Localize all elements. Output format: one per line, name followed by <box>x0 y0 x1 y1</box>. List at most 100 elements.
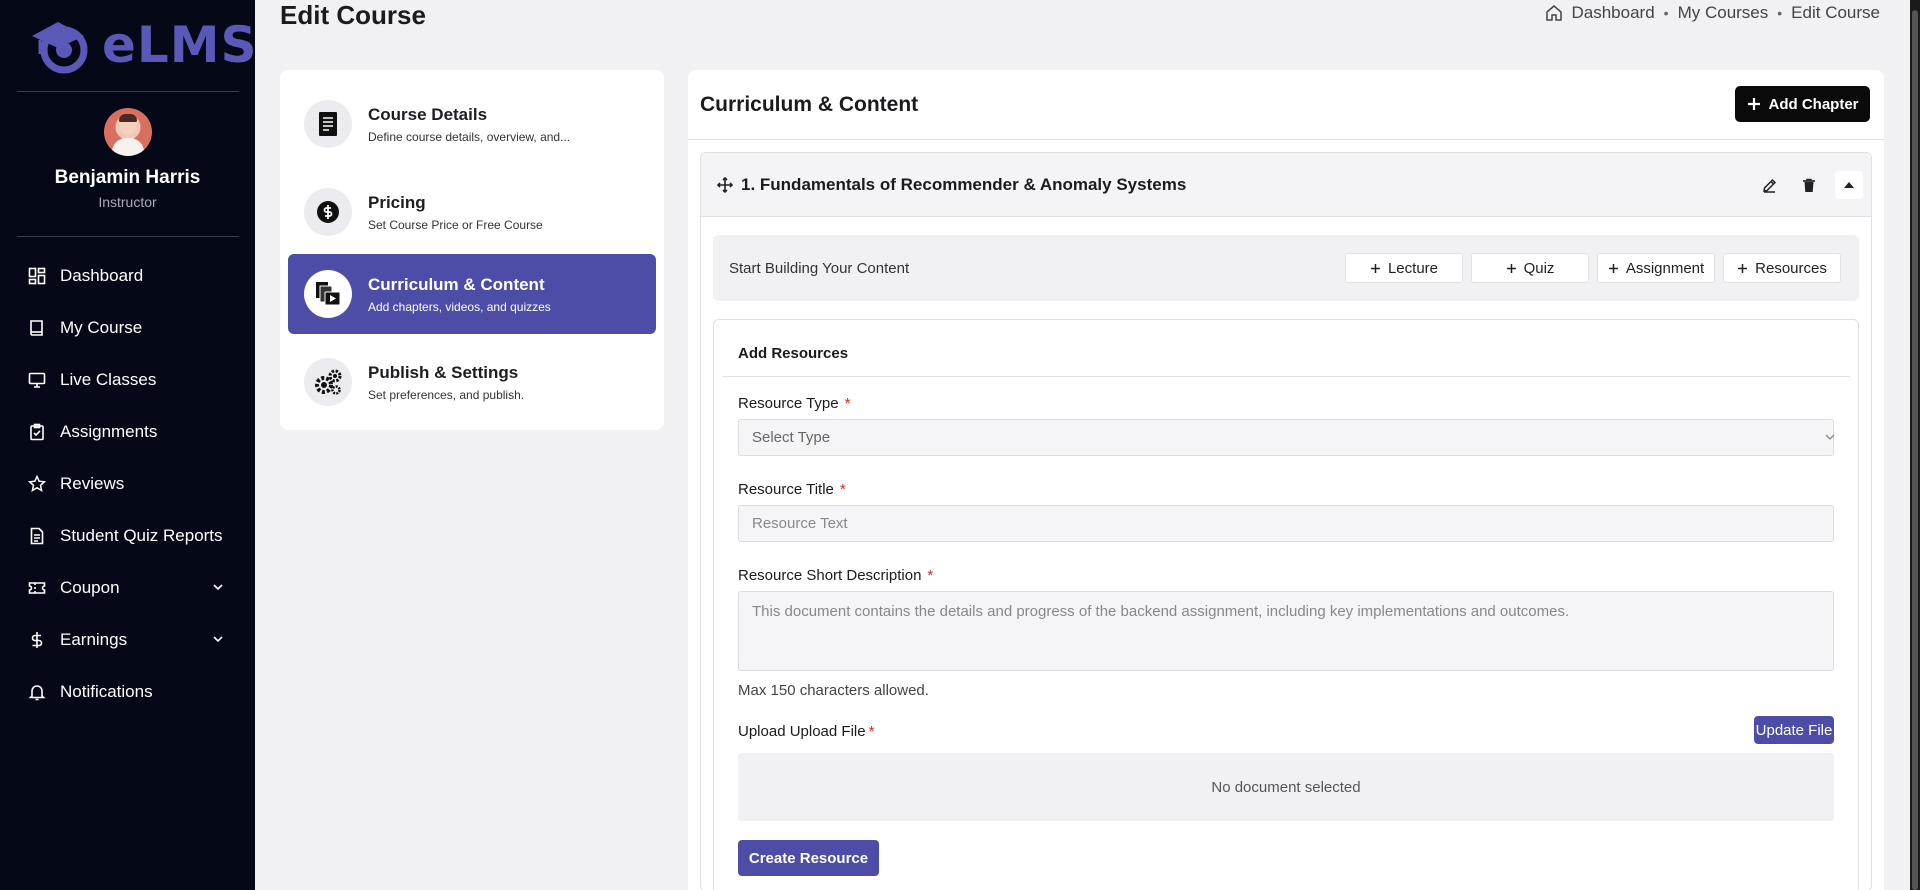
sidebar-item-student-quiz-reports[interactable]: Student Quiz Reports <box>0 510 255 562</box>
file-dropzone[interactable]: No document selected <box>738 753 1834 821</box>
button-label: Resources <box>1755 259 1827 277</box>
add-resources-form: Add Resources Resource Type * Select Type… <box>713 319 1859 890</box>
builder-label: Start Building Your Content <box>729 260 910 277</box>
resource-title-input[interactable] <box>738 505 1834 542</box>
step-pricing[interactable]: Pricing Set Course Price or Free Course <box>288 172 656 252</box>
form-title: Add Resources <box>738 345 849 362</box>
plus-icon <box>1747 98 1760 110</box>
sidebar-item-notifications[interactable]: Notifications <box>0 666 255 718</box>
video-files-icon <box>304 270 352 318</box>
logo-icon <box>32 22 88 74</box>
button-label: Lecture <box>1387 259 1439 277</box>
add-quiz-button[interactable]: Quiz <box>1471 253 1589 283</box>
add-assignment-button[interactable]: Assignment <box>1597 253 1715 283</box>
chapter-actions <box>1755 171 1863 199</box>
description-hint: Max 150 characters allowed. <box>738 682 929 699</box>
sidebar-item-label: Notifications <box>60 682 153 701</box>
step-curriculum-content[interactable]: Curriculum & Content Add chapters, video… <box>288 254 656 334</box>
edit-icon[interactable] <box>1755 171 1783 199</box>
main-content: Edit Course Dashboard • My Courses • Edi… <box>255 0 1910 890</box>
sidebar-item-label: Reviews <box>60 474 125 493</box>
collapse-chevron-up-icon[interactable] <box>1835 171 1863 199</box>
chevron-down-icon[interactable] <box>211 632 225 646</box>
breadcrumb: Dashboard • My Courses • Edit Course <box>1545 3 1880 23</box>
add-chapter-button[interactable]: Add Chapter <box>1735 86 1870 122</box>
divider <box>688 139 1884 140</box>
chapter-header: 1. Fundamentals of Recommender & Anomaly… <box>701 153 1871 217</box>
plus-icon <box>1738 263 1748 273</box>
upload-file-label: Upload Upload File * <box>738 723 875 740</box>
add-lecture-button[interactable]: Lecture <box>1345 253 1463 283</box>
add-resources-button[interactable]: Resources <box>1723 253 1841 283</box>
app-logo[interactable]: eLMS <box>28 14 258 76</box>
sidebar-item-label: Coupon <box>60 578 120 597</box>
breadcrumb-separator: • <box>1777 5 1783 21</box>
chevron-down-icon[interactable] <box>211 580 225 594</box>
plus-icon <box>1370 263 1380 273</box>
sidebar-item-reviews[interactable]: Reviews <box>0 458 255 510</box>
monitor-icon <box>28 371 46 389</box>
divider <box>722 376 1850 377</box>
plus-icon <box>1506 263 1516 273</box>
dollar-icon <box>28 631 46 649</box>
sidebar-item-live-classes[interactable]: Live Classes <box>0 354 255 406</box>
user-name: Benjamin Harris <box>54 167 201 188</box>
step-title: Curriculum & Content <box>368 274 545 294</box>
curriculum-title: Curriculum & Content <box>700 93 919 116</box>
document-icon <box>304 100 352 148</box>
ticket-icon <box>28 579 46 597</box>
star-icon <box>28 475 46 493</box>
create-resource-button[interactable]: Create Resource <box>738 840 879 876</box>
home-icon[interactable] <box>1545 4 1563 22</box>
resource-description-label: Resource Short Description * <box>738 567 934 584</box>
content-builder-bar: Start Building Your Content Lecture Quiz… <box>713 235 1859 301</box>
sidebar-item-label: Live Classes <box>60 370 157 389</box>
step-subtitle: Set preferences, and publish. <box>368 387 525 402</box>
sidebar-item-earnings[interactable]: Earnings <box>0 614 255 666</box>
chapter-card: 1. Fundamentals of Recommender & Anomaly… <box>700 152 1872 890</box>
builder-buttons: Lecture Quiz Assignment Resources <box>1345 253 1841 283</box>
sidebar-divider <box>17 236 239 237</box>
step-title: Publish & Settings <box>368 362 519 382</box>
drag-handle-icon[interactable] <box>717 177 733 193</box>
trash-icon[interactable] <box>1795 171 1823 199</box>
page-title: Edit Course <box>280 0 426 30</box>
add-chapter-label: Add Chapter <box>1768 95 1859 113</box>
step-title: Course Details <box>368 104 488 124</box>
sidebar-item-label: My Course <box>60 318 143 337</box>
sidebar-item-my-course[interactable]: My Course <box>0 302 255 354</box>
breadcrumb-dashboard[interactable]: Dashboard <box>1572 3 1655 23</box>
logo-text: eLMS <box>102 16 258 74</box>
scrollbar-thumb[interactable] <box>1912 10 1918 890</box>
resource-description-textarea[interactable] <box>738 591 1834 671</box>
bell-icon <box>28 683 46 701</box>
resource-type-select[interactable]: Select Type <box>738 419 1834 456</box>
user-role: Instructor <box>98 194 157 210</box>
clipboard-icon <box>28 423 46 441</box>
breadcrumb-separator: • <box>1663 5 1669 21</box>
sidebar-item-label: Dashboard <box>60 266 144 285</box>
book-icon <box>28 319 46 337</box>
resource-type-label: Resource Type * <box>738 395 851 412</box>
avatar[interactable] <box>104 108 152 156</box>
sidebar-item-dashboard[interactable]: Dashboard <box>0 250 255 302</box>
button-label: Quiz <box>1523 259 1555 277</box>
chevron-down-icon <box>1825 434 1835 440</box>
button-label: Assignment <box>1625 259 1705 277</box>
sidebar-item-label: Student Quiz Reports <box>60 526 223 545</box>
update-file-button[interactable]: Update File <box>1754 716 1834 744</box>
sidebar-nav: Dashboard My Course Live Classes Assignm… <box>0 250 255 718</box>
sidebar-item-coupon[interactable]: Coupon <box>0 562 255 614</box>
sidebar-divider <box>17 91 239 92</box>
step-course-details[interactable]: Course Details Define course details, ov… <box>288 84 656 164</box>
dashboard-icon <box>28 267 46 285</box>
sidebar-item-assignments[interactable]: Assignments <box>0 406 255 458</box>
page-scrollbar[interactable] <box>1910 0 1920 890</box>
step-title: Pricing <box>368 192 426 212</box>
step-subtitle: Define course details, overview, and... <box>368 129 571 144</box>
sidebar: eLMS Benjamin Harris Instructor Dashboar… <box>0 0 258 890</box>
dollar-coin-icon <box>304 188 352 236</box>
step-subtitle: Set Course Price or Free Course <box>368 217 543 232</box>
step-publish-settings[interactable]: Publish & Settings Set preferences, and … <box>288 342 656 422</box>
breadcrumb-my-courses[interactable]: My Courses <box>1678 3 1769 23</box>
